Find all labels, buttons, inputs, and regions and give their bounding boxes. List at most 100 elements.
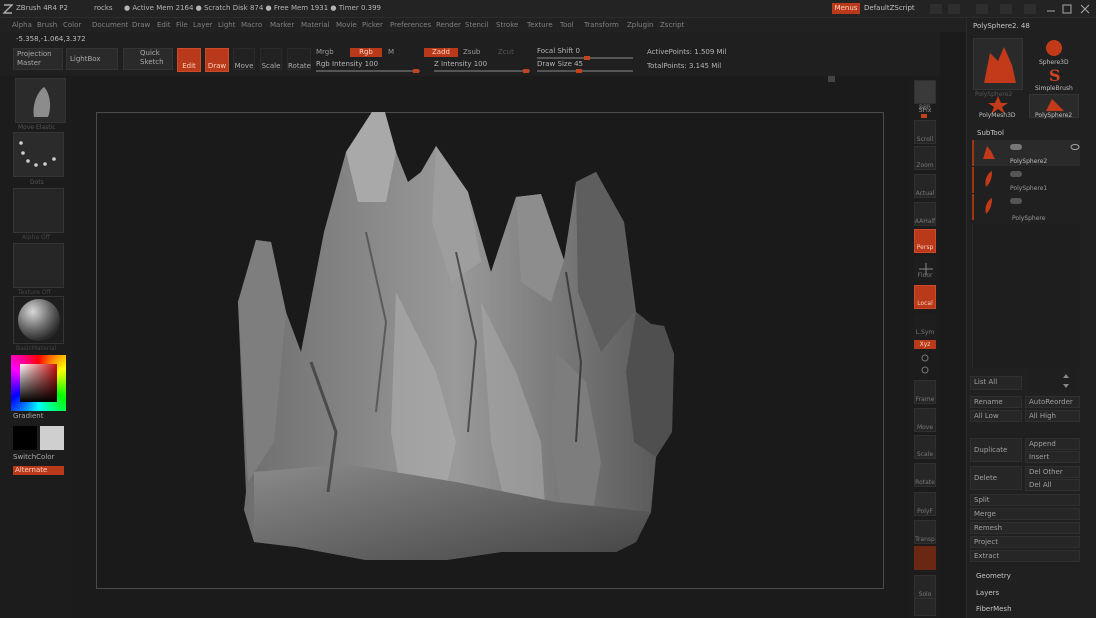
edit-button[interactable]: Edit — [177, 48, 201, 72]
subtool-arrows[interactable] — [1030, 368, 1078, 392]
fibermesh-subpalette[interactable]: FiberMesh — [976, 605, 1012, 614]
z-intensity-knob[interactable] — [523, 69, 529, 73]
autoreorder-button[interactable]: AutoReorder — [1025, 396, 1080, 408]
all-low-button[interactable]: All Low — [970, 410, 1022, 422]
ghost-button[interactable] — [914, 546, 936, 570]
secondary-color-swatch[interactable] — [40, 426, 64, 450]
rgb-intensity-track[interactable] — [316, 70, 420, 72]
insert-button[interactable]: Insert — [1025, 451, 1080, 463]
lightbox-button[interactable]: LightBox — [66, 48, 118, 70]
menu-light[interactable]: Light — [218, 21, 235, 30]
subtool-header[interactable]: SubTool — [977, 129, 1004, 138]
menu-brush[interactable]: Brush — [37, 21, 57, 30]
menu-stencil[interactable]: Stencil — [465, 21, 489, 30]
draw-button[interactable]: Draw — [205, 48, 229, 72]
merge-button[interactable]: Merge — [970, 508, 1080, 520]
del-other-button[interactable]: Del Other — [1025, 466, 1080, 478]
extract-button[interactable]: Extract — [970, 550, 1080, 562]
menu-picker[interactable]: Picker — [362, 21, 383, 30]
visibility-toggle[interactable] — [1010, 198, 1022, 204]
help-icon[interactable] — [976, 4, 988, 14]
rotation-axis-icons[interactable] — [918, 352, 932, 378]
menu-stroke[interactable]: Stroke — [496, 21, 518, 30]
menu-color[interactable]: Color — [63, 21, 81, 30]
menu-marker[interactable]: Marker — [270, 21, 294, 30]
menu-render[interactable]: Render — [436, 21, 461, 30]
draw-size-track[interactable] — [537, 70, 633, 72]
menu-zscript[interactable]: Zscript — [660, 21, 684, 30]
eye-icon[interactable] — [1070, 143, 1080, 151]
z-intensity-track[interactable] — [434, 70, 530, 72]
menu-preferences[interactable]: Preferences — [390, 21, 431, 30]
switchcolor-button[interactable]: SwitchColor — [13, 453, 54, 462]
draw-size-knob[interactable] — [576, 69, 582, 73]
menu-texture[interactable]: Texture — [527, 21, 553, 30]
main-color-swatch[interactable] — [13, 426, 37, 450]
del-all-button[interactable]: Del All — [1025, 479, 1080, 491]
menus-button[interactable]: Menus — [832, 3, 860, 14]
rotate-button[interactable]: Rotate — [287, 48, 311, 70]
rgb-intensity-knob[interactable] — [413, 69, 419, 73]
list-all-button[interactable]: List All — [970, 376, 1022, 390]
subtool-row-0[interactable]: PolySphere2 — [972, 140, 1080, 166]
xyz-button[interactable]: Xyz — [914, 340, 936, 349]
subtool-row-1[interactable]: PolySphere1 — [972, 167, 1080, 193]
all-high-button[interactable]: All High — [1025, 410, 1080, 422]
alpha-thumbnail[interactable] — [13, 188, 64, 233]
dock-icon[interactable] — [1000, 4, 1012, 14]
alternate-button[interactable]: Alternate — [13, 466, 64, 475]
quick-sketch-button[interactable]: Quick Sketch — [123, 48, 173, 70]
material-thumbnail[interactable] — [13, 296, 64, 344]
subtool-row-2[interactable]: PolySphere — [972, 194, 1080, 222]
stroke-thumbnail[interactable] — [13, 132, 64, 177]
rgb-intensity-slider[interactable]: Rgb Intensity 100 — [316, 60, 378, 69]
menu-document[interactable]: Document — [92, 21, 128, 30]
rock-sculpt-model[interactable] — [96, 112, 884, 589]
focal-shift-knob[interactable] — [584, 56, 590, 60]
layout-icon[interactable] — [948, 4, 960, 14]
menu-transform[interactable]: Transform — [584, 21, 619, 30]
move-button[interactable]: Move — [233, 48, 255, 70]
delete-button[interactable]: Delete — [970, 466, 1022, 490]
scale-button[interactable]: Scale — [260, 48, 282, 70]
layers-subpalette[interactable]: Layers — [976, 589, 999, 598]
menu-edit[interactable]: Edit — [157, 21, 171, 30]
menu-file[interactable]: File — [176, 21, 188, 30]
color-picker[interactable] — [11, 355, 66, 411]
gradient-button[interactable]: Gradient — [13, 412, 43, 421]
zcut-button[interactable]: Zcut — [498, 48, 514, 57]
shelf-scroll-handle[interactable] — [828, 76, 835, 82]
visibility-toggle[interactable] — [1010, 171, 1022, 177]
menu-draw[interactable]: Draw — [132, 21, 150, 30]
texture-thumbnail[interactable] — [13, 243, 64, 288]
project-button[interactable]: Project — [970, 536, 1080, 548]
spix-knob[interactable] — [921, 114, 927, 118]
duplicate-button[interactable]: Duplicate — [970, 438, 1022, 462]
m-button[interactable]: M — [388, 48, 394, 57]
zadd-button[interactable]: Zadd — [424, 48, 458, 57]
rename-button[interactable]: Rename — [970, 396, 1022, 408]
visibility-toggle[interactable] — [1010, 144, 1022, 150]
menu-movie[interactable]: Movie — [336, 21, 357, 30]
default-zscript-button[interactable]: DefaultZScript — [864, 4, 915, 13]
mrgb-button[interactable]: Mrgb — [316, 48, 334, 57]
maximize-icon[interactable] — [1062, 4, 1072, 14]
menu-tool[interactable]: Tool — [560, 21, 574, 30]
zsub-button[interactable]: Zsub — [463, 48, 480, 57]
projection-master-button[interactable]: Projection Master — [13, 48, 63, 70]
menu-zplugin[interactable]: Zplugin — [627, 21, 653, 30]
geometry-subpalette[interactable]: Geometry — [976, 572, 1011, 581]
brush-thumbnail[interactable] — [15, 78, 66, 123]
active-tool-thumbnail[interactable] — [973, 38, 1023, 90]
z-intensity-slider[interactable]: Z Intensity 100 — [434, 60, 487, 69]
bpr-button[interactable] — [914, 80, 936, 104]
rgb-button[interactable]: Rgb — [350, 48, 382, 57]
layout-toggle-icon[interactable] — [1024, 4, 1036, 14]
split-button[interactable]: Split — [970, 494, 1080, 506]
draw-size-slider[interactable]: Draw Size 45 — [537, 60, 583, 69]
focal-shift-slider[interactable]: Focal Shift 0 — [537, 47, 580, 56]
menu-alpha[interactable]: Alpha — [12, 21, 32, 30]
minimize-icon[interactable] — [1046, 5, 1056, 13]
window-settings-icon[interactable] — [930, 4, 942, 14]
remesh-button[interactable]: Remesh — [970, 522, 1080, 534]
